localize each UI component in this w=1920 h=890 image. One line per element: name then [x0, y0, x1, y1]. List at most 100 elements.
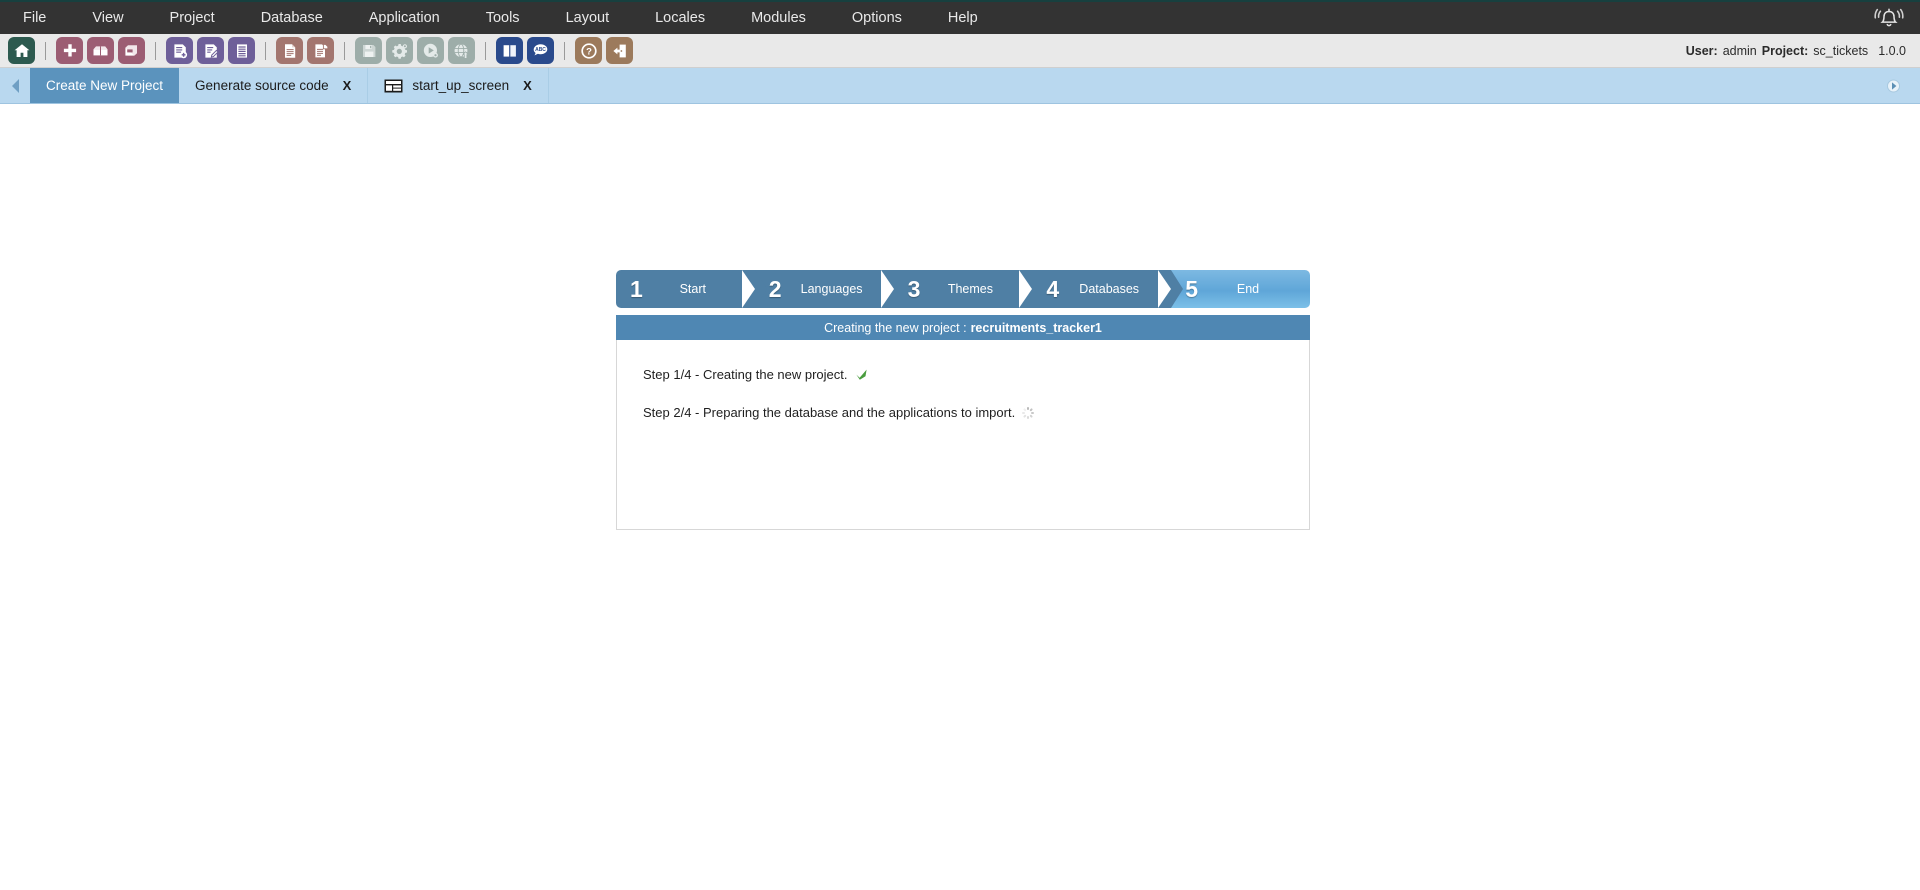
save-button[interactable] — [355, 37, 382, 64]
new-document-button[interactable] — [276, 37, 303, 64]
application-list-button[interactable] — [228, 37, 255, 64]
new-application-button[interactable] — [166, 37, 193, 64]
progress-step-2: Step 2/4 - Preparing the database and th… — [643, 405, 1283, 420]
open-project-button[interactable] — [87, 37, 114, 64]
new-application-icon — [173, 43, 187, 58]
new-project-plus-icon — [63, 43, 76, 56]
home-icon — [14, 43, 29, 57]
menu-application[interactable]: Application — [346, 2, 463, 34]
step-number: 3 — [907, 275, 921, 302]
toolbar-separator — [485, 41, 486, 60]
spinner-icon — [1022, 406, 1035, 419]
version-value: 1.0.0 — [1878, 43, 1906, 58]
bell-icon — [1874, 8, 1904, 27]
chevron-right-icon — [1886, 79, 1900, 92]
menu-database[interactable]: Database — [238, 2, 346, 34]
step-label: Themes — [947, 282, 993, 296]
step-label: Databases — [1079, 282, 1140, 296]
green-check-icon — [855, 368, 868, 381]
form-layout-icon — [384, 79, 403, 93]
copy-document-icon — [314, 43, 328, 57]
copy-document-button[interactable] — [307, 37, 334, 64]
menu-file[interactable]: File — [0, 2, 69, 34]
chevron-left-icon — [11, 78, 19, 93]
menu-bar: File View Project Database Application T… — [0, 0, 1920, 34]
publish-button[interactable] — [448, 37, 475, 64]
progress-step-1-text: Step 1/4 - Creating the new project. — [643, 367, 848, 382]
svg-text:?: ? — [586, 46, 592, 57]
step-number: 1 — [630, 275, 643, 302]
panel-header-project-name: recruitments_tracker1 — [970, 320, 1102, 335]
toolbar-separator — [265, 41, 266, 60]
project-value: sc_tickets — [1813, 43, 1869, 58]
wizard-step-1[interactable]: 1 Start — [616, 270, 767, 308]
menu-help[interactable]: Help — [925, 2, 1001, 34]
help-button[interactable]: ? — [575, 37, 602, 64]
open-project-box-icon — [93, 46, 108, 56]
main-toolbar: ABC ? User: admin Project: sc_tickets 1.0.0 — [0, 34, 1920, 68]
tab-close-button[interactable]: X — [523, 78, 532, 93]
wizard-step-2[interactable]: 2 Languages — [741, 270, 906, 308]
menu-options[interactable]: Options — [829, 2, 925, 34]
create-project-wizard: 1 Start 2 Languages 3 Themes 4 Databases… — [616, 270, 1310, 530]
spellcheck-button[interactable]: ABC — [527, 37, 554, 64]
run-button[interactable] — [417, 37, 444, 64]
tab-label: start_up_screen — [412, 78, 510, 93]
toolbar-separator — [344, 41, 345, 60]
manual-button[interactable] — [496, 37, 523, 64]
tab-create-new-project[interactable]: Create New Project — [30, 68, 180, 103]
tab-scroll-left-button[interactable] — [0, 68, 30, 103]
close-project-box-icon — [125, 45, 137, 56]
wizard-panel-body: Step 1/4 - Creating the new project. Ste… — [616, 340, 1310, 530]
exit-button[interactable] — [606, 37, 633, 64]
user-project-info: User: admin Project: sc_tickets 1.0.0 — [1686, 44, 1906, 58]
settings-gear-icon — [391, 43, 407, 59]
tab-label: Create New Project — [46, 78, 164, 93]
wizard-step-indicator: 1 Start 2 Languages 3 Themes 4 Databases… — [616, 270, 1310, 308]
edit-application-button[interactable] — [197, 37, 224, 64]
step-number: 5 — [1185, 275, 1198, 302]
step-label: End — [1236, 282, 1260, 296]
project-label: Project: — [1761, 43, 1809, 58]
new-document-icon — [284, 43, 295, 58]
step-label: Start — [679, 282, 706, 296]
exit-door-icon — [612, 44, 626, 57]
settings-button[interactable] — [386, 37, 413, 64]
home-button[interactable] — [8, 37, 35, 64]
notification-bell-button[interactable] — [1874, 2, 1904, 34]
publish-globe-icon — [454, 43, 469, 59]
tab-scroll-right-button[interactable] — [1878, 77, 1908, 95]
menu-locales[interactable]: Locales — [632, 2, 728, 34]
edit-application-icon — [204, 43, 219, 58]
progress-step-2-text: Step 2/4 - Preparing the database and th… — [643, 405, 1016, 420]
menu-project[interactable]: Project — [147, 2, 238, 34]
menu-layout[interactable]: Layout — [543, 2, 633, 34]
tab-close-button[interactable]: X — [343, 78, 352, 93]
menu-view[interactable]: View — [69, 2, 146, 34]
new-project-button[interactable] — [56, 37, 83, 64]
menu-modules[interactable]: Modules — [728, 2, 829, 34]
wizard-step-4[interactable]: 4 Databases — [1019, 270, 1183, 308]
wizard-step-3[interactable]: 3 Themes — [880, 270, 1045, 308]
step-number: 4 — [1046, 275, 1060, 302]
step-label: Languages — [800, 282, 863, 296]
toolbar-separator — [45, 41, 46, 60]
main-content-area: 1 Start 2 Languages 3 Themes 4 Databases… — [0, 104, 1920, 890]
user-label: User: — [1685, 43, 1718, 58]
close-project-button[interactable] — [118, 37, 145, 64]
help-question-icon: ? — [580, 42, 597, 59]
tab-bar-right-controls — [1878, 68, 1920, 103]
toolbar-separator — [564, 41, 565, 60]
tab-generate-source-code[interactable]: Generate source code X — [179, 68, 369, 103]
manual-book-icon — [503, 44, 516, 57]
tab-bar: Create New Project Generate source code … — [0, 68, 1920, 104]
wizard-step-5[interactable]: 5 End — [1158, 270, 1310, 308]
toolbar-separator — [155, 41, 156, 60]
menu-tools[interactable]: Tools — [463, 2, 543, 34]
abc-spellcheck-icon: ABC — [533, 44, 548, 56]
application-list-icon — [236, 43, 247, 58]
panel-header-prefix: Creating the new project : — [824, 320, 967, 335]
tab-label: Generate source code — [195, 78, 329, 93]
wizard-panel-header: Creating the new project : recruitments_… — [616, 315, 1310, 340]
tab-start-up-screen[interactable]: start_up_screen X — [368, 68, 549, 103]
